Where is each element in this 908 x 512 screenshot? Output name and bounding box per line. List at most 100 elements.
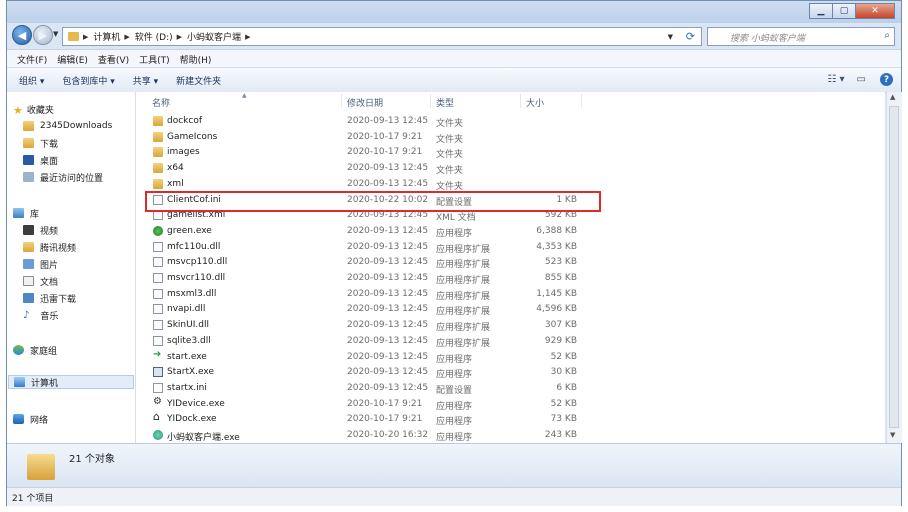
menu-edit[interactable]: 编辑(E) xyxy=(57,53,88,66)
recent-pages-dropdown[interactable]: ▼ xyxy=(53,30,58,38)
sidebar-item-label: 网络 xyxy=(30,415,49,426)
sidebar-item-tencent-video[interactable]: 腾讯视频 xyxy=(23,240,76,254)
file-row[interactable]: mfc110u.dll 2020-09-13 12:45 应用程序扩展 4,353 K… xyxy=(136,239,885,255)
view-options-icon[interactable]: ☷ ▾ xyxy=(827,74,844,85)
chevron-right-icon[interactable]: ▶ xyxy=(245,33,250,41)
refresh-icon[interactable]: ⟳ xyxy=(686,30,695,43)
sidebar-item-pictures[interactable]: 图片 xyxy=(23,257,58,271)
file-name: sqlite3.dll xyxy=(167,335,211,346)
breadcrumb-drive-d[interactable]: 软件 (D:) xyxy=(135,30,173,43)
star-icon: ★ xyxy=(13,104,23,117)
column-header-type[interactable]: 类型 xyxy=(436,96,454,109)
library-icon xyxy=(13,208,24,218)
recent-places-icon xyxy=(23,172,34,182)
menu-bar: 文件(F) 编辑(E) 查看(V) 工具(T) 帮助(H) xyxy=(7,49,901,68)
column-header-size[interactable]: 大小 xyxy=(526,96,544,109)
sidebar-item-label: 迅雷下载 xyxy=(40,294,77,305)
sidebar-libraries[interactable]: 库 xyxy=(13,206,39,220)
breadcrumb-current-folder[interactable]: 小蚂蚁客户端 xyxy=(187,30,241,43)
column-header-date[interactable]: 修改日期 xyxy=(347,96,383,109)
sidebar-item-music[interactable]: ♪ 音乐 xyxy=(23,308,58,322)
file-row[interactable]: ⌂ YIDock.exe 2020-10-17 9:21 应用程序 73 KB xyxy=(136,410,885,427)
file-size: 243 KB xyxy=(544,430,577,440)
file-name: xml xyxy=(167,178,184,189)
file-row[interactable]: ➜ start.exe 2020-09-13 12:45 应用程序 52 KB xyxy=(136,349,885,365)
sidebar-item-thunder-downloads[interactable]: 迅雷下载 xyxy=(23,291,76,305)
item-count: 21 个项目 xyxy=(12,494,54,504)
chevron-right-icon[interactable]: ▶ xyxy=(177,33,182,41)
file-type: 应用程序扩展 xyxy=(436,244,491,255)
file-row[interactable]: dockcof 2020-09-13 12:45 文件夹 xyxy=(136,113,885,129)
new-folder-button[interactable]: 新建文件夹 xyxy=(176,74,221,87)
maximize-button[interactable]: ▢ xyxy=(832,3,856,19)
file-row[interactable]: images 2020-10-17 9:21 文件夹 xyxy=(136,144,885,160)
column-divider[interactable] xyxy=(520,94,521,108)
file-row[interactable]: StartX.exe 2020-09-13 12:45 应用程序 30 KB xyxy=(136,364,885,380)
address-bar[interactable]: ▶ 计算机 ▶ 软件 (D:) ▶ 小蚂蚁客户端 ▶ ▼ ⟳ xyxy=(62,27,702,46)
sidebar-item-2345downloads[interactable]: 2345Downloads xyxy=(23,119,112,133)
menu-tools[interactable]: 工具(T) xyxy=(139,53,170,66)
sidebar-homegroup[interactable]: 家庭组 xyxy=(13,343,57,357)
file-row[interactable]: msxml3.dll 2020-09-13 12:45 应用程序扩展 1,145 KB xyxy=(136,286,885,302)
column-divider[interactable] xyxy=(430,94,431,108)
minimize-button[interactable]: ▁ xyxy=(809,3,833,19)
file-name: startx.ini xyxy=(167,382,207,393)
file-row[interactable]: 小蚂蚁客户端.exe 2020-10-20 16:32 应用程序 243 KB xyxy=(136,427,885,443)
file-name: SkinUI.dll xyxy=(167,320,209,331)
share-button[interactable]: 共享 ▾ xyxy=(133,74,158,87)
preview-pane-icon[interactable]: ▭ xyxy=(857,74,866,85)
sidebar-item-desktop[interactable]: 桌面 xyxy=(23,153,58,167)
file-row[interactable]: x64 2020-09-13 12:45 文件夹 xyxy=(136,160,885,176)
chevron-right-icon[interactable]: ▶ xyxy=(124,33,129,41)
address-history-dropdown[interactable]: ▼ xyxy=(668,33,673,41)
vertical-scrollbar[interactable]: ▲ ▼ xyxy=(886,92,902,443)
sidebar-item-label: 腾讯视频 xyxy=(40,243,77,254)
sidebar-item-documents[interactable]: 文档 xyxy=(23,274,58,288)
file-date: 2020-09-13 12:45 xyxy=(347,351,429,362)
organize-button[interactable]: 组织 ▾ xyxy=(19,74,44,87)
include-in-library-button[interactable]: 包含到库中 ▾ xyxy=(62,74,114,87)
file-row[interactable]: msvcp110.dll 2020-09-13 12:45 应用程序扩展 523 KB xyxy=(136,254,885,270)
breadcrumb-computer[interactable]: 计算机 xyxy=(93,30,120,43)
folder-icon xyxy=(153,131,163,142)
column-header-name[interactable]: 名称 xyxy=(152,96,170,109)
window-controls: ▁ ▢ ✕ xyxy=(809,3,895,19)
sidebar-computer[interactable]: 计算机 xyxy=(8,375,134,389)
file-date: 2020-09-13 12:45 xyxy=(347,116,429,126)
close-button[interactable]: ✕ xyxy=(855,3,895,19)
file-row[interactable]: startx.ini 2020-09-13 12:45 配置设置 6 KB xyxy=(136,380,885,396)
file-row[interactable]: sqlite3.dll 2020-09-13 12:45 应用程序扩展 929 KB xyxy=(136,333,885,349)
file-date: 2020-10-20 16:32 xyxy=(347,430,429,440)
file-row[interactable]: green.exe 2020-09-13 12:45 应用程序 6,388 KB xyxy=(136,223,885,239)
file-row[interactable]: GameIcons 2020-10-17 9:21 文件夹 xyxy=(136,129,885,145)
menu-view[interactable]: 查看(V) xyxy=(98,53,129,66)
file-row[interactable]: xml 2020-09-13 12:45 文件夹 xyxy=(136,176,885,192)
scroll-down-arrow-icon[interactable]: ▼ xyxy=(890,431,895,439)
ant-app-icon xyxy=(153,430,163,440)
file-row[interactable]: SkinUI.dll 2020-09-13 12:45 应用程序扩展 307 KB xyxy=(136,317,885,333)
menu-help[interactable]: 帮助(H) xyxy=(180,53,212,66)
dll-file-icon xyxy=(153,273,163,283)
sidebar-item-label: 图片 xyxy=(40,260,59,271)
scrollbar-thumb[interactable] xyxy=(889,106,899,428)
search-icon[interactable]: ⌕ xyxy=(884,30,890,41)
back-button[interactable]: ◀ xyxy=(12,25,32,45)
forward-button[interactable]: ▶ xyxy=(33,25,53,45)
file-row[interactable]: nvapi.dll 2020-09-13 12:45 应用程序扩展 4,596 KB xyxy=(136,301,885,317)
sidebar-item-downloads[interactable]: 下载 xyxy=(23,136,58,150)
sidebar-network[interactable]: 网络 xyxy=(13,412,48,426)
column-divider[interactable] xyxy=(341,94,342,108)
chevron-right-icon[interactable]: ▶ xyxy=(83,33,88,41)
help-icon[interactable]: ? xyxy=(880,73,893,86)
column-divider[interactable] xyxy=(581,94,582,108)
file-row[interactable]: msvcr110.dll 2020-09-13 12:45 应用程序扩展 855 KB xyxy=(136,270,885,286)
sidebar-favorites[interactable]: ★ 收藏夹 xyxy=(13,102,54,117)
search-input[interactable]: 搜索 小蚂蚁客户端 ⌕ xyxy=(707,27,895,46)
scroll-up-arrow-icon[interactable]: ▲ xyxy=(890,93,895,101)
view-controls: ☷ ▾ ▭ ? xyxy=(815,73,893,86)
menu-file[interactable]: 文件(F) xyxy=(17,53,47,66)
sidebar-item-recent-places[interactable]: 最近访问的位置 xyxy=(23,170,103,184)
folder-icon xyxy=(23,121,34,131)
file-row[interactable]: ⚙ YIDevice.exe 2020-10-17 9:21 应用程序 52 KB xyxy=(136,396,885,412)
sidebar-item-videos[interactable]: 视频 xyxy=(23,223,58,237)
